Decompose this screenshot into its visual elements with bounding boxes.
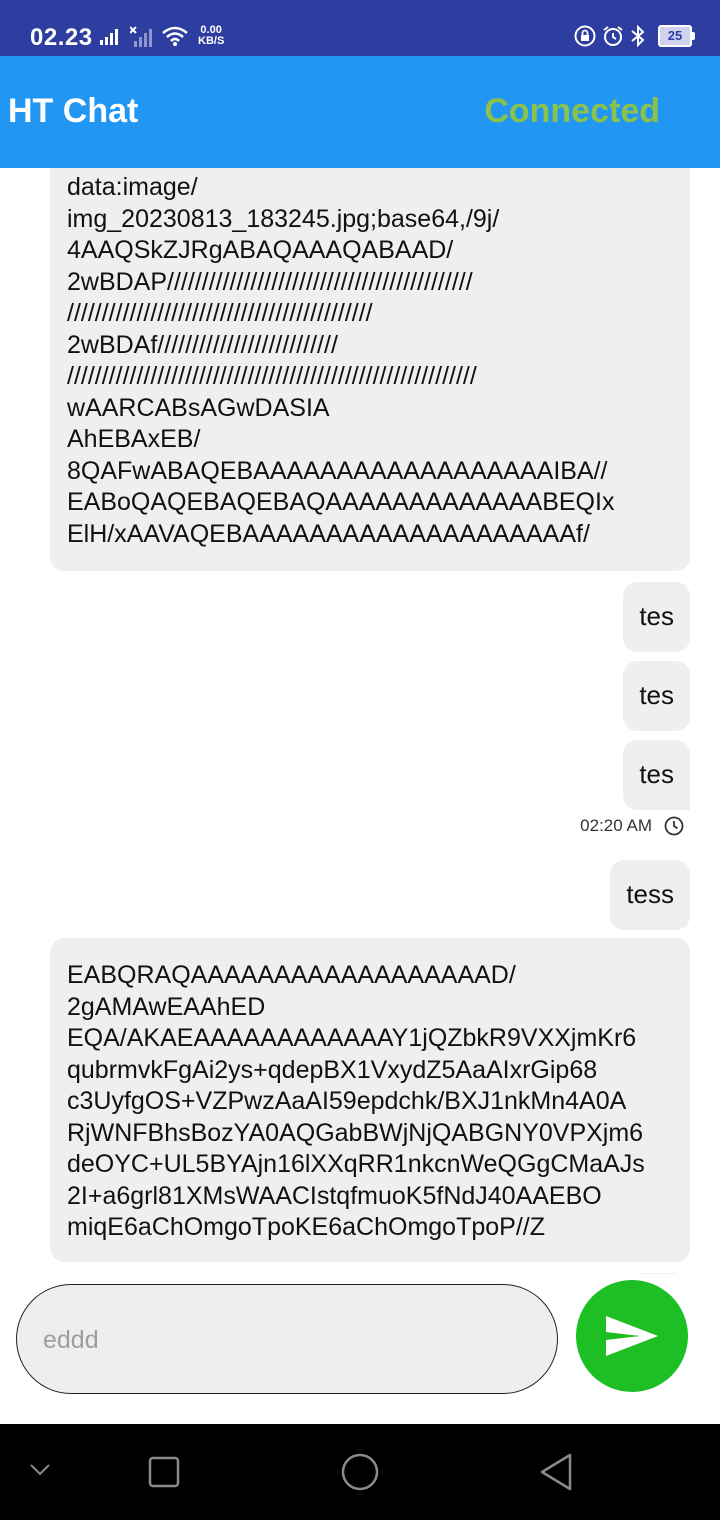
recents-icon[interactable]: [148, 1456, 180, 1488]
message-line: RjWNFBhsBozYA0AQGabBWjNjQABGNY0VPXjm6: [67, 1118, 644, 1147]
message-line: img_20230813_183245.jpg;base64,/9j/: [67, 204, 500, 233]
app-bar: HT Chat Connected: [0, 56, 720, 168]
message-line: qubrmvkFgAi2ys+qdepBX1VxydZ5AaAIxrGip68: [67, 1055, 598, 1084]
connection-status: Connected: [484, 92, 660, 130]
chevron-down-icon[interactable]: [28, 1462, 52, 1478]
message-list[interactable]: data:image/ img_20230813_183245.jpg;base…: [0, 168, 720, 1274]
back-icon[interactable]: [538, 1452, 574, 1492]
app-title: HT Chat: [8, 92, 139, 130]
clock-icon: [664, 816, 684, 836]
send-icon: [606, 1316, 658, 1356]
sent-message[interactable]: tes: [623, 582, 690, 652]
message-line: AhEBAxEB/: [67, 425, 201, 453]
timestamp-text: 02:20 AM: [580, 816, 652, 835]
message-line: wAARCABsAGwDASIA: [67, 393, 330, 422]
message-text: tess: [626, 879, 674, 910]
sent-message[interactable]: tess: [610, 860, 690, 930]
message-text: tes: [639, 680, 674, 711]
alarm-icon: [603, 26, 623, 46]
net-speed: 0.00 KB/S: [198, 25, 224, 47]
message-line: data:image/: [67, 173, 198, 201]
message-line: deOYC+UL5BYAjn16lXXqRR1nkcnWeQGgCMaAJs: [67, 1150, 645, 1178]
message-timestamp: 02:20 AM: [580, 816, 684, 836]
sent-message[interactable]: tes: [623, 661, 690, 731]
battery-icon: 25: [658, 25, 695, 47]
message-line: EABoQAQEBAQEBAQAAAAAAAAAAAAABEQIx: [67, 488, 615, 516]
home-icon[interactable]: [340, 1452, 380, 1492]
received-message[interactable]: data:image/ img_20230813_183245.jpg;base…: [50, 168, 690, 571]
message-line: 2wBDAf//////////////////////////: [67, 330, 338, 359]
status-right-icons: 25: [574, 22, 695, 50]
message-line: EABQRAQAAAAAAAAAAAAAAAAAAD/: [67, 961, 516, 989]
status-time: 02.23: [30, 24, 93, 51]
message-line: miqE6aChOmgoTpoKE6aChOmgoTpoP//Z: [67, 1213, 545, 1241]
message-line: 8QAFwABAQEBAAAAAAAAAAAAAAAAAAIBA//: [67, 456, 608, 485]
message-line: ////////////////////////////////////////…: [67, 299, 373, 327]
message-line: EQA/AKAEAAAAAAAAAAAAY1jQZbkR9VXXjmKr6: [67, 1024, 637, 1052]
signal-icon: [100, 29, 118, 45]
message-input[interactable]: [41, 1285, 535, 1395]
status-left-icons: 0.00 KB/S: [100, 22, 224, 50]
lock-icon: [574, 25, 596, 47]
signal-off-icon: [130, 26, 152, 47]
message-line: 2wBDAP//////////////////////////////////…: [67, 267, 473, 296]
sent-message[interactable]: tes: [623, 740, 690, 810]
status-bar: 02.23 0.00 KB/S 25: [0, 0, 720, 56]
system-nav-bar: [0, 1424, 720, 1520]
net-speed-unit: KB/S: [198, 35, 225, 47]
received-message[interactable]: EABQRAQAAAAAAAAAAAAAAAAAAD/ 2gAMAwEAAhED…: [50, 938, 690, 1262]
message-line: c3UyfgOS+VZPwzAaAI59epdchk/BXJ1nkMn4A0A: [67, 1087, 627, 1115]
bluetooth-icon: [631, 25, 645, 47]
send-button[interactable]: [576, 1280, 688, 1392]
wifi-icon: [162, 26, 188, 46]
message-line: 2gAMAwEAAhED: [67, 992, 266, 1021]
next-message-edge: [634, 1273, 682, 1274]
message-text: tes: [639, 601, 674, 632]
message-line: 2I+a6grl81XMsWAACIstqfmuoK5fNdJ40AAEBO: [67, 1181, 602, 1210]
message-input-container: [16, 1284, 558, 1395]
message-text: tes: [639, 759, 674, 790]
message-line: ////////////////////////////////////////…: [67, 362, 477, 390]
message-line: 4AAQSkZJRgABAQAAAQABAAD/: [67, 236, 454, 264]
message-line: ElH/xAAVAQEBAAAAAAAAAAAAAAAAAAAAf/: [67, 519, 590, 548]
